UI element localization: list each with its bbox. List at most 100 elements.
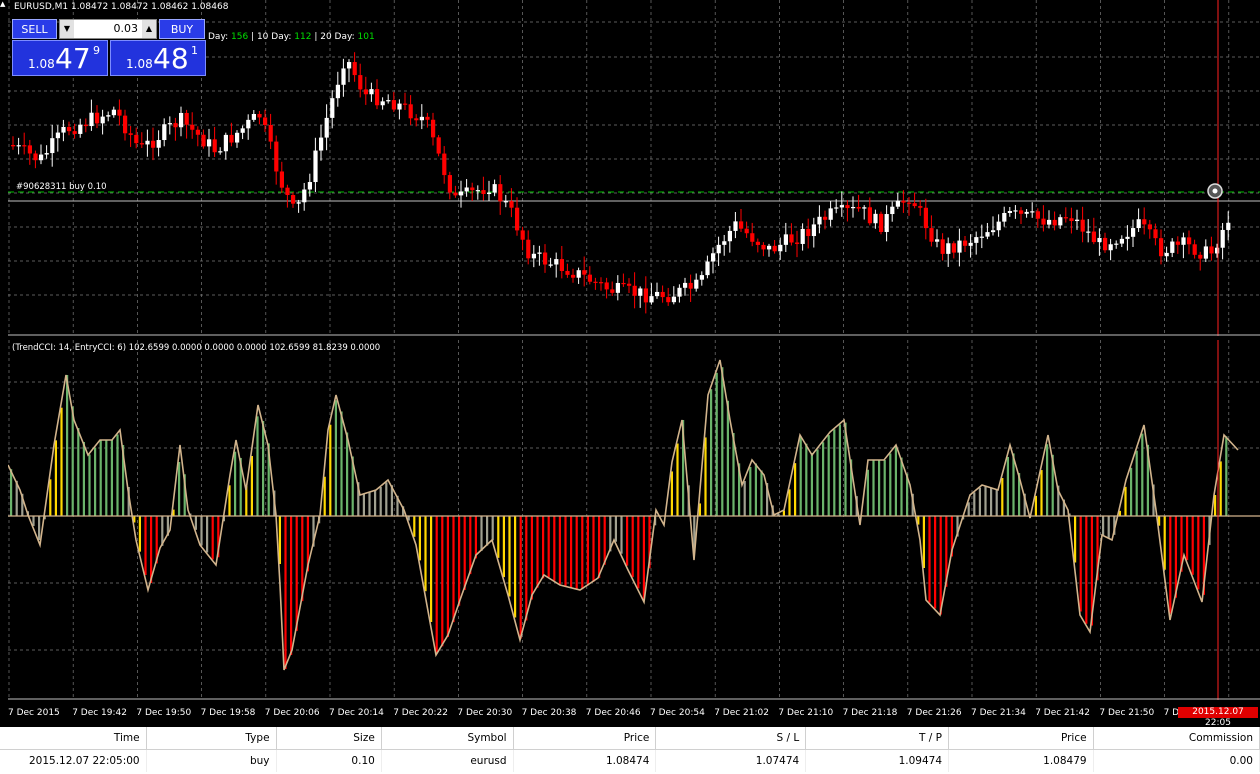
time-label: 7 Dec 21:26 [906, 708, 962, 718]
candle-body [307, 182, 312, 190]
candle-body [324, 117, 329, 138]
candle-body [996, 221, 1001, 231]
candle-body [363, 89, 368, 95]
cci-bar [626, 516, 629, 566]
cci-bar [200, 516, 203, 546]
cci-bar [1169, 516, 1172, 614]
candle-body [274, 141, 279, 172]
time-label: 7 Dec 21:10 [778, 708, 834, 718]
sell-button[interactable]: SELL [12, 19, 57, 39]
candle-body [979, 236, 984, 238]
candle-body [419, 116, 424, 121]
indicator-info: (TrendCCI: 14, EntryCCI: 6) 102.6599 0.0… [12, 343, 381, 353]
candle-body [134, 134, 139, 144]
cci-bar [939, 516, 942, 615]
candle-body [403, 103, 408, 105]
column-header[interactable]: T / P [805, 727, 949, 750]
candle-body [733, 221, 738, 231]
candle-body [1024, 211, 1029, 214]
time-marker-label: 2015.12.07 22:05 [1178, 707, 1258, 728]
candle-body [352, 62, 357, 76]
ma-sep-2: | 20 Day: [311, 32, 358, 42]
column-header[interactable]: Commission [1093, 727, 1260, 750]
cci-indicator-chart[interactable] [8, 340, 1260, 700]
candle-body [963, 240, 968, 246]
trade-table: Time Type Size Symbol Price S / LT / P Price Co… [0, 727, 1260, 774]
candle-body [862, 207, 867, 209]
lot-size-value[interactable]: 0.03 [76, 20, 140, 38]
candle-body [638, 288, 643, 296]
lot-increase-icon[interactable]: ▲ [142, 20, 156, 38]
table-cell: 1.07474 [655, 749, 807, 772]
candle-body [391, 100, 396, 110]
candle-body [470, 187, 475, 191]
candle-body [1013, 210, 1018, 212]
candle-body [935, 239, 940, 242]
cci-bar [82, 442, 85, 516]
column-header[interactable]: Size [276, 727, 382, 750]
candle-body [386, 100, 391, 102]
column-header[interactable]: Time [0, 727, 147, 750]
candle-body [55, 132, 60, 139]
candle-body [632, 285, 637, 296]
column-header[interactable]: S / L [655, 727, 807, 750]
time-label: 7 Dec 19:42 [72, 708, 127, 718]
buy-price-pips: 48 [153, 42, 189, 75]
candle-body [548, 264, 553, 266]
cci-bar [284, 516, 287, 669]
candle-body [341, 68, 346, 85]
lot-decrease-icon[interactable]: ▼ [60, 20, 74, 38]
cci-bar [1124, 486, 1127, 516]
column-header[interactable]: Price [948, 727, 1094, 750]
cci-bar [334, 400, 337, 516]
lot-size-field[interactable]: ▼ 0.03 ▲ [59, 19, 157, 39]
time-label: 7 Dec 21:34 [971, 708, 1026, 718]
candle-body [83, 124, 88, 127]
sell-price-button[interactable]: 1.08 47 9 [12, 40, 108, 76]
candle-body [599, 282, 604, 284]
candle-body [268, 124, 273, 142]
candle-body [145, 140, 150, 145]
buy-button[interactable]: BUY [159, 19, 205, 39]
time-label: 7 Dec 19:58 [200, 708, 256, 718]
candle-body [901, 200, 906, 203]
buy-price-prefix: 1.08 [126, 57, 153, 71]
candle-body [1198, 254, 1203, 259]
candle-body [1159, 238, 1164, 257]
cci-bar [430, 516, 433, 622]
candle-body [688, 282, 693, 289]
candle-body [78, 124, 83, 134]
time-label: 7 Dec 20:06 [264, 708, 320, 718]
trade-table-header: Time Type Size Symbol Price S / LT / P Price Co… [0, 727, 1260, 750]
column-header[interactable]: Type [146, 727, 277, 750]
candle-body [806, 228, 811, 237]
cci-bar [206, 516, 209, 553]
cci-bar [1034, 495, 1037, 516]
column-header[interactable]: Price [513, 727, 657, 750]
candle-body [739, 221, 744, 229]
candle-body [1019, 210, 1024, 214]
cci-bar [32, 516, 35, 526]
table-row[interactable]: 2015.12.07 22:05:00 buy 0.10 eurusd 1.08474 1… [0, 749, 1260, 772]
table-cell: 1.08479 [948, 749, 1094, 772]
candle-body [957, 240, 962, 253]
candle-body [1047, 219, 1052, 225]
candle-body [1170, 241, 1175, 253]
candle-body [61, 126, 66, 133]
cci-bar [1225, 436, 1228, 516]
cci-bar [721, 367, 724, 516]
column-header[interactable]: Symbol [381, 727, 514, 750]
sell-price-prefix: 1.08 [28, 57, 55, 71]
one-click-trading-panel: SELL ▼ 0.03 ▲ BUY 1.08 47 9 1.08 48 1 [12, 19, 206, 76]
symbol-info: EURUSD,M1 1.08472 1.08472 1.08462 1.0846… [14, 2, 229, 12]
candle-body [263, 117, 268, 125]
candle-body [660, 291, 665, 298]
candle-body [1086, 231, 1091, 233]
candle-body [330, 98, 335, 118]
table-cell: 0.10 [276, 749, 382, 772]
buy-price-button[interactable]: 1.08 48 1 [110, 40, 206, 76]
cci-bar [54, 440, 57, 516]
collapse-arrow-icon[interactable]: ▲ [0, 0, 9, 10]
cci-bar [1001, 478, 1004, 516]
candle-body [1125, 236, 1130, 239]
